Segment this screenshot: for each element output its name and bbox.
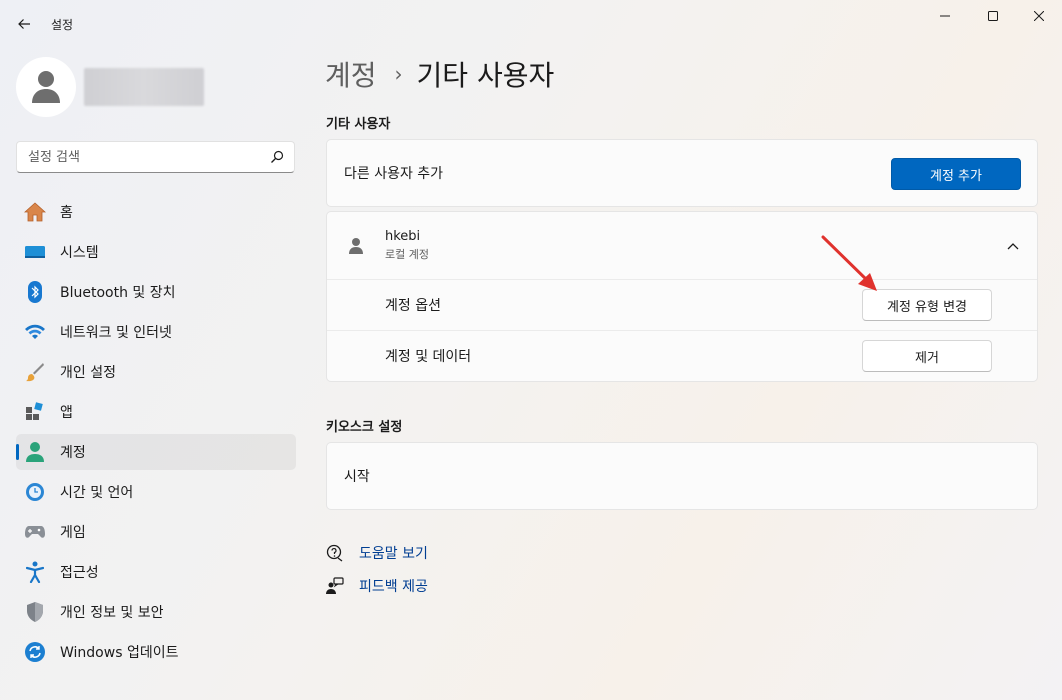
user-card-hkebi: hkebi 로컬 계정 계정 옵션 계정 유형 변경 계정 및 데이터 제거 (326, 211, 1038, 382)
time-language-icon (24, 481, 46, 503)
sidebar-item-time-language[interactable]: 시간 및 언어 (16, 474, 296, 510)
title-bar: 설정 (0, 0, 1062, 46)
sidebar-item-gaming[interactable]: 게임 (16, 514, 296, 550)
remove-button[interactable]: 제거 (862, 340, 992, 372)
sidebar-item-label: 계정 (60, 445, 86, 461)
wifi-icon (24, 321, 46, 343)
bluetooth-icon (24, 281, 46, 303)
search-input[interactable] (28, 149, 268, 165)
get-help-label: 도움말 보기 (359, 546, 428, 562)
page-title: 기타 사용자 (416, 59, 555, 92)
gamepad-icon (24, 521, 46, 543)
breadcrumb-separator: › (394, 62, 403, 86)
update-icon (24, 641, 46, 663)
user-name: hkebi (385, 229, 421, 244)
account-data-label: 계정 및 데이터 (385, 349, 472, 365)
search-icon (271, 150, 284, 163)
user-account-type: 로컬 계정 (385, 248, 429, 261)
maximize-button[interactable] (970, 0, 1016, 32)
sidebar-item-home[interactable]: 홈 (16, 194, 296, 230)
sidebar-item-label: Windows 업데이트 (60, 645, 179, 661)
sidebar-item-bluetooth[interactable]: Bluetooth 및 장치 (16, 274, 296, 310)
home-icon (24, 201, 46, 223)
sidebar-item-apps[interactable]: 앱 (16, 394, 296, 430)
avatar (16, 57, 76, 117)
apps-icon (24, 401, 46, 423)
section-title-other-users: 기타 사용자 (326, 117, 391, 132)
system-icon (24, 241, 46, 263)
maximize-icon (988, 11, 998, 21)
sidebar-item-label: 네트워크 및 인터넷 (60, 325, 172, 341)
user-profile[interactable] (16, 57, 204, 117)
sidebar-item-label: Bluetooth 및 장치 (60, 285, 176, 301)
close-button[interactable] (1016, 0, 1062, 32)
account-options-row: 계정 옵션 계정 유형 변경 (327, 279, 1037, 330)
sidebar-item-label: 개인 설정 (60, 365, 116, 381)
change-account-type-button[interactable]: 계정 유형 변경 (862, 289, 992, 321)
add-user-card: 다른 사용자 추가 계정 추가 (326, 139, 1038, 207)
search-box[interactable] (16, 141, 295, 173)
account-icon (24, 441, 46, 463)
user-icon (344, 234, 368, 258)
add-user-label: 다른 사용자 추가 (344, 166, 444, 182)
sidebar-item-label: 접근성 (60, 565, 99, 581)
sidebar-item-windows-update[interactable]: Windows 업데이트 (16, 634, 296, 670)
help-icon (326, 544, 344, 562)
sidebar-item-label: 시간 및 언어 (60, 485, 134, 501)
user-header[interactable]: hkebi 로컬 계정 (327, 212, 1037, 279)
add-account-button[interactable]: 계정 추가 (891, 158, 1021, 190)
sidebar-item-personalization[interactable]: 개인 설정 (16, 354, 296, 390)
give-feedback-label: 피드백 제공 (359, 579, 428, 595)
sidebar-nav: 홈 시스템 Bluetooth 및 장치 네트워크 및 인터넷 개인 설정 앱 … (16, 194, 296, 674)
section-title-kiosk: 키오스크 설정 (326, 420, 403, 435)
minimize-button[interactable] (922, 0, 968, 32)
minimize-icon (940, 15, 950, 17)
sidebar-item-label: 개인 정보 및 보안 (60, 605, 164, 621)
back-button[interactable] (10, 10, 38, 38)
feedback-icon (326, 577, 344, 595)
close-icon (1034, 11, 1044, 21)
account-options-label: 계정 옵션 (385, 298, 441, 314)
shield-icon (24, 601, 46, 623)
profile-name-redacted (84, 68, 204, 106)
sidebar-item-accounts[interactable]: 계정 (16, 434, 296, 470)
person-icon (32, 71, 60, 103)
sidebar-item-label: 시스템 (60, 245, 99, 261)
breadcrumb: 계정 › 기타 사용자 (325, 54, 554, 94)
accessibility-icon (24, 561, 46, 583)
account-data-row: 계정 및 데이터 제거 (327, 330, 1037, 381)
sidebar-item-system[interactable]: 시스템 (16, 234, 296, 270)
get-help-link[interactable]: 도움말 보기 (326, 542, 428, 564)
breadcrumb-parent[interactable]: 계정 (325, 54, 377, 94)
sidebar-item-label: 게임 (60, 525, 86, 541)
sidebar-item-accessibility[interactable]: 접근성 (16, 554, 296, 590)
brush-icon (24, 361, 46, 383)
app-title: 설정 (51, 18, 74, 32)
sidebar-item-network[interactable]: 네트워크 및 인터넷 (16, 314, 296, 350)
sidebar-item-label: 앱 (60, 405, 73, 421)
sidebar-item-label: 홈 (60, 205, 73, 221)
give-feedback-link[interactable]: 피드백 제공 (326, 575, 428, 597)
kiosk-card[interactable]: 시작 (326, 442, 1038, 510)
help-links: 도움말 보기 피드백 제공 (326, 542, 428, 608)
kiosk-start-label: 시작 (344, 469, 370, 485)
back-arrow-icon (18, 19, 30, 29)
sidebar-item-privacy[interactable]: 개인 정보 및 보안 (16, 594, 296, 630)
chevron-up-icon[interactable] (1003, 236, 1023, 256)
